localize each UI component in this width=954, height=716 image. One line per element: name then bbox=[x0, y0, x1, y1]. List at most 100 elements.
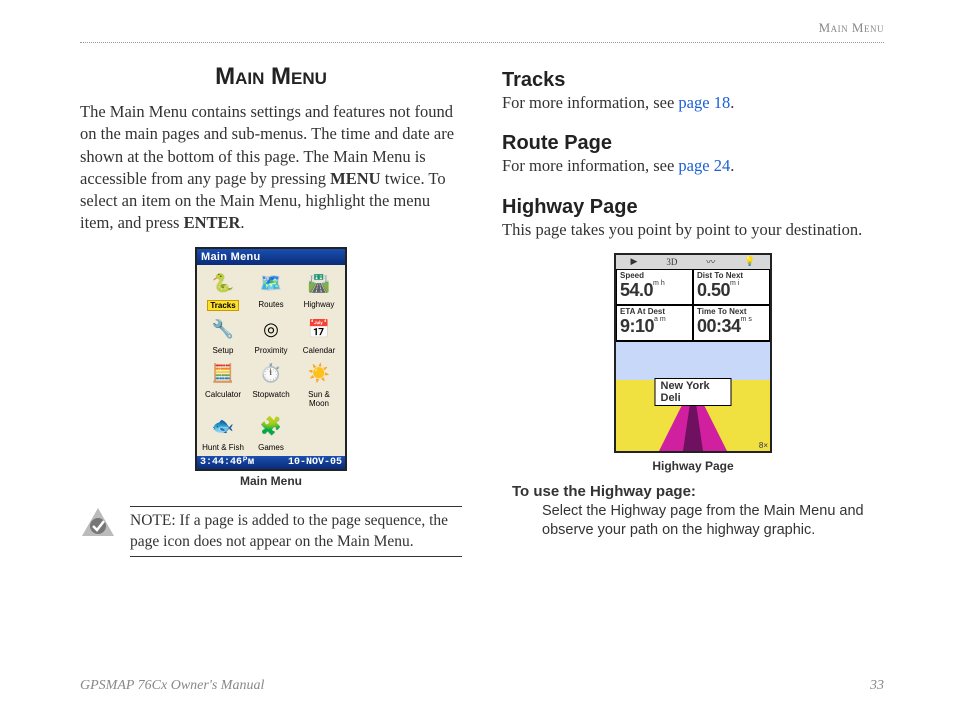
menu-label: Games bbox=[258, 443, 284, 452]
instruction-body: Select the Highway page from the Main Me… bbox=[542, 502, 884, 541]
field-label: Time To Next bbox=[697, 307, 766, 316]
menu-item-stopwatch: ⏱️Stopwatch bbox=[249, 359, 293, 408]
field-unit: m i bbox=[730, 280, 739, 287]
field-value: 9:10 bbox=[620, 316, 654, 336]
menu-item-games: 🧩Games bbox=[249, 412, 293, 452]
menu-label: Highway bbox=[304, 300, 335, 309]
menu-label: Setup bbox=[213, 346, 234, 355]
highway-caption: Highway Page bbox=[502, 459, 884, 473]
tracks-para: For more information, see page 18. bbox=[502, 92, 884, 114]
field-speed: Speed 54.0m h bbox=[616, 269, 693, 305]
menu-label: Proximity bbox=[255, 346, 288, 355]
menu-item-highway: 🛣️Highway bbox=[297, 269, 341, 311]
field-label: Dist To Next bbox=[697, 271, 766, 280]
menu-label: Sun & Moon bbox=[308, 390, 330, 408]
field-label: Speed bbox=[620, 271, 689, 280]
menu-label: Routes bbox=[258, 300, 283, 309]
zoom-level: 8× bbox=[759, 441, 768, 450]
light-icon: 💡 bbox=[744, 256, 755, 267]
menu-item-hunt-fish: 🐟Hunt & Fish bbox=[201, 412, 245, 452]
highway-para: This page takes you point by point to yo… bbox=[502, 219, 884, 241]
tracks-heading: Tracks bbox=[502, 69, 884, 92]
sun-moon-icon: ☀️ bbox=[302, 359, 336, 389]
hw-top-icons: ▶ 3D 〰 💡 bbox=[616, 255, 770, 269]
left-column: Main Menu The Main Menu contains setting… bbox=[80, 63, 462, 557]
menu-label: Calculator bbox=[205, 390, 241, 399]
footer-manual-title: GPSMAP 76Cx Owner's Manual bbox=[80, 678, 264, 694]
battery-icon: ▶ bbox=[630, 256, 637, 267]
device-titlebar: Main Menu bbox=[197, 249, 345, 265]
routes-icon: 🗺️ bbox=[254, 269, 288, 299]
route-link[interactable]: page 24 bbox=[678, 156, 730, 175]
page-footer: GPSMAP 76Cx Owner's Manual 33 bbox=[80, 678, 884, 694]
note-body: If a page is added to the page sequence,… bbox=[130, 512, 448, 550]
tracks-pre: For more information, see bbox=[502, 93, 678, 112]
field-eta: ETA At Dest 9:10a m bbox=[616, 305, 693, 341]
field-unit: a m bbox=[654, 316, 666, 323]
field-dist-next: Dist To Next 0.50m i bbox=[693, 269, 770, 305]
section-header: Main Menu bbox=[80, 20, 884, 36]
menu-item-sun-moon: ☀️Sun & Moon bbox=[297, 359, 341, 408]
main-menu-caption: Main Menu bbox=[80, 474, 462, 488]
intro-paragraph: The Main Menu contains settings and feat… bbox=[80, 101, 462, 235]
status-time: 3:44:46ᴾᴍ bbox=[200, 457, 254, 468]
proximity-icon: ◎ bbox=[254, 315, 288, 345]
main-menu-screenshot: Main Menu 🐍Tracks 🗺️Routes 🛣️Highway 🔧Se… bbox=[80, 247, 462, 488]
footer-page-number: 33 bbox=[870, 678, 884, 694]
menu-item-proximity: ◎Proximity bbox=[249, 315, 293, 355]
menu-label: Hunt & Fish bbox=[202, 443, 244, 452]
field-value: 00:34 bbox=[697, 316, 741, 336]
intro-enter-key: ENTER bbox=[184, 213, 241, 232]
games-icon: 🧩 bbox=[254, 412, 288, 442]
right-column: Tracks For more information, see page 18… bbox=[502, 63, 884, 557]
menu-item-calculator: 🧮Calculator bbox=[201, 359, 245, 408]
field-value: 0.50 bbox=[697, 280, 730, 300]
route-pre: For more information, see bbox=[502, 156, 678, 175]
field-time-next: Time To Next 00:34m s bbox=[693, 305, 770, 341]
menu-label: Calendar bbox=[303, 346, 335, 355]
hw-data-fields: Speed 54.0m h Dist To Next 0.50m i ETA A… bbox=[616, 269, 770, 341]
note-icon bbox=[80, 506, 116, 542]
menu-label: Tracks bbox=[207, 300, 238, 311]
page-title: Main Menu bbox=[80, 63, 462, 91]
calendar-icon: 📅 bbox=[302, 315, 336, 345]
route-para: For more information, see page 24. bbox=[502, 155, 884, 177]
note-label: NOTE: bbox=[130, 512, 176, 529]
main-menu-grid: 🐍Tracks 🗺️Routes 🛣️Highway 🔧Setup ◎Proxi… bbox=[197, 265, 345, 456]
note-block: NOTE: If a page is added to the page seq… bbox=[80, 506, 462, 558]
sky-band bbox=[616, 342, 770, 380]
highway-graphic: New York Deli 8× bbox=[616, 341, 770, 451]
highway-icon: 🛣️ bbox=[302, 269, 336, 299]
device-main-menu: Main Menu 🐍Tracks 🗺️Routes 🛣️Highway 🔧Se… bbox=[195, 247, 347, 471]
destination-sign: New York Deli bbox=[655, 378, 732, 406]
status-date: 10-NOV-05 bbox=[288, 457, 342, 468]
note-text: NOTE: If a page is added to the page seq… bbox=[130, 506, 462, 558]
intro-text-3: . bbox=[240, 213, 244, 232]
field-unit: m s bbox=[741, 316, 752, 323]
highway-screenshot: ▶ 3D 〰 💡 Speed 54.0m h Dist To Next 0.50… bbox=[502, 253, 884, 473]
hunt-fish-icon: 🐟 bbox=[206, 412, 240, 442]
stopwatch-icon: ⏱️ bbox=[254, 359, 288, 389]
menu-item-setup: 🔧Setup bbox=[201, 315, 245, 355]
tracks-icon: 🐍 bbox=[206, 269, 240, 299]
instruction-heading: To use the Highway page: bbox=[512, 483, 884, 500]
highway-heading: Highway Page bbox=[502, 196, 884, 219]
menu-item-calendar: 📅Calendar bbox=[297, 315, 341, 355]
mode-icon: 3D bbox=[666, 257, 677, 267]
satellite-icon: 〰 bbox=[706, 255, 715, 268]
calculator-icon: 🧮 bbox=[206, 359, 240, 389]
header-rule bbox=[80, 42, 884, 43]
setup-icon: 🔧 bbox=[206, 315, 240, 345]
field-label: ETA At Dest bbox=[620, 307, 689, 316]
content-columns: Main Menu The Main Menu contains setting… bbox=[80, 63, 884, 557]
menu-label: Stopwatch bbox=[252, 390, 289, 399]
tracks-link[interactable]: page 18 bbox=[678, 93, 730, 112]
intro-menu-key: MENU bbox=[330, 169, 380, 188]
device-highway-page: ▶ 3D 〰 💡 Speed 54.0m h Dist To Next 0.50… bbox=[614, 253, 772, 453]
menu-item-tracks: 🐍Tracks bbox=[201, 269, 245, 311]
field-unit: m h bbox=[653, 280, 665, 287]
device-status-bar: 3:44:46ᴾᴍ 10-NOV-05 bbox=[197, 456, 345, 469]
field-value: 54.0 bbox=[620, 280, 653, 300]
menu-item-routes: 🗺️Routes bbox=[249, 269, 293, 311]
route-heading: Route Page bbox=[502, 132, 884, 155]
